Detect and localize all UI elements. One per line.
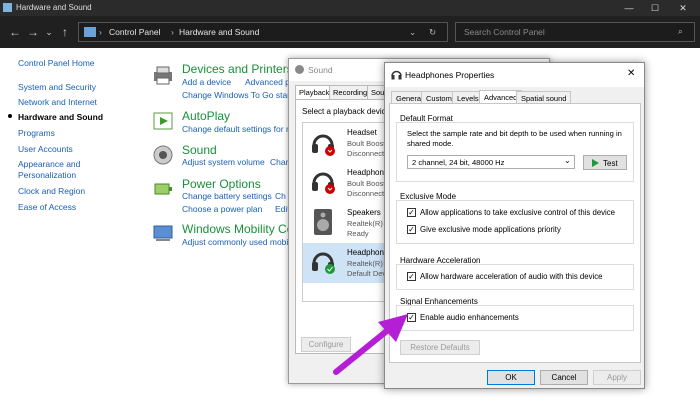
category-devices-printers[interactable]: Devices and Printers [182, 62, 293, 76]
sound-icon [295, 65, 304, 74]
headphones-icon [309, 167, 337, 194]
device-name: Headset [347, 128, 377, 137]
headphones-default-icon [309, 247, 337, 274]
search-icon: ⌕ [678, 26, 683, 36]
speaker-icon [152, 144, 174, 166]
forward-button[interactable]: → [26, 24, 40, 40]
close-icon[interactable]: ✕ [627, 68, 635, 79]
link-mobility-settings[interactable]: Adjust commonly used mobil [182, 237, 290, 247]
hw-accel-checkbox[interactable]: ✓ [407, 272, 416, 281]
default-format-group: Select the sample rate and bit depth to … [396, 122, 634, 182]
chevron-down-icon: ⌄ [564, 156, 571, 165]
props-dialog-title: Headphones Properties [405, 70, 495, 80]
exclusive-control-label: Allow applications to take exclusive con… [420, 208, 616, 217]
headphones-properties-dialog: Headphones Properties ✕ General Custom L… [384, 62, 645, 389]
exclusive-mode-group: ✓ Allow applications to take exclusive c… [396, 200, 634, 244]
hw-accel-option-label: Allow hardware acceleration of audio wit… [420, 272, 603, 281]
breadcrumb-control-panel[interactable]: Control Panel [109, 27, 161, 37]
link-advanced-printer[interactable]: Advanced p [245, 77, 290, 87]
mobility-icon [152, 222, 174, 244]
power-icon [152, 178, 174, 200]
link-power-plan[interactable]: Choose a power plan [182, 204, 262, 214]
device-status: Ready [347, 229, 369, 238]
autoplay-icon [152, 110, 174, 132]
props-titlebar: Headphones Properties ✕ [385, 63, 644, 87]
link-change-default-settings[interactable]: Change default settings for m [182, 124, 293, 134]
link-adjust-volume[interactable]: Adjust system volume [182, 157, 265, 167]
playback-instruction: Select a playback device b [302, 107, 397, 116]
active-indicator [8, 114, 12, 118]
link-battery-settings[interactable]: Change battery settings [182, 191, 272, 201]
back-button[interactable]: ← [8, 24, 22, 40]
sidebar-item-ease-access[interactable]: Ease of Access [18, 202, 76, 212]
headphones-title-icon [391, 69, 402, 80]
sidebar-item-hardware-sound[interactable]: Hardware and Sound [18, 112, 103, 122]
test-button[interactable]: Test [583, 155, 627, 170]
recent-dropdown[interactable]: ⌄ [42, 24, 56, 40]
sidebar-item-programs[interactable]: Programs [18, 128, 55, 138]
headset-icon [309, 129, 337, 156]
window-title: Hardware and Sound [16, 3, 92, 12]
ok-button[interactable]: OK [487, 370, 535, 385]
play-icon [592, 159, 599, 167]
sidebar-item-appearance[interactable]: Appearance and Personalization [18, 159, 108, 181]
speakers-icon [309, 207, 337, 235]
sound-dialog-title: Sound [308, 65, 333, 75]
category-autoplay[interactable]: AutoPlay [182, 109, 230, 123]
sidebar-item-user-accounts[interactable]: User Accounts [18, 144, 73, 154]
cancel-button[interactable]: Cancel [540, 370, 588, 385]
category-windows-mobility[interactable]: Windows Mobility Ce [182, 222, 293, 236]
sidebar-item-network[interactable]: Network and Internet [18, 97, 97, 107]
test-label: Test [603, 159, 618, 168]
enable-enhancements-label: Enable audio enhancements [420, 313, 519, 322]
default-format-desc: Select the sample rate and bit depth to … [407, 129, 622, 148]
sidebar-item-home[interactable]: Control Panel Home [18, 58, 95, 68]
sidebar-item-clock-region[interactable]: Clock and Region [18, 186, 85, 196]
link-add-device[interactable]: Add a device [182, 77, 231, 87]
maximize-button[interactable]: ☐ [642, 1, 668, 15]
control-panel-icon [84, 27, 96, 37]
printer-icon [152, 64, 174, 86]
advanced-panel: Default Format Select the sample rate an… [389, 103, 641, 363]
refresh-icon[interactable]: ↻ [429, 27, 436, 38]
format-select[interactable]: 2 channel, 24 bit, 48000 Hz ⌄ [407, 155, 575, 169]
link-windows-to-go[interactable]: Change Windows To Go start [182, 90, 292, 100]
exclusive-priority-label: Give exclusive mode applications priorit… [420, 225, 561, 234]
sidebar-item-system-security[interactable]: System and Security [18, 82, 96, 92]
search-input[interactable]: Search Control Panel ⌕ [455, 22, 695, 42]
category-power-options[interactable]: Power Options [182, 177, 261, 191]
signal-enhancements-group: ✓ Enable audio enhancements [396, 305, 634, 331]
search-placeholder: Search Control Panel [464, 27, 545, 37]
up-button[interactable]: ↑ [58, 24, 72, 40]
link-power-buttons[interactable]: Ch [275, 191, 286, 201]
title-bar: Hardware and Sound — ☐ ✕ [0, 0, 700, 16]
minimize-button[interactable]: — [616, 1, 642, 15]
format-selected: 2 channel, 24 bit, 48000 Hz [412, 158, 505, 167]
hw-accel-group: ✓ Allow hardware acceleration of audio w… [396, 264, 634, 290]
device-name: Speakers [347, 208, 381, 217]
window-icon [3, 3, 12, 12]
address-field[interactable]: › Control Panel › Hardware and Sound ⌄ ↻ [78, 22, 448, 42]
exclusive-priority-checkbox[interactable]: ✓ [407, 225, 416, 234]
apply-button[interactable]: Apply [593, 370, 641, 385]
address-bar-area: ← → ⌄ ↑ › Control Panel › Hardware and S… [0, 16, 700, 48]
category-sound[interactable]: Sound [182, 143, 217, 157]
tab-recording[interactable]: Recording [329, 85, 372, 99]
close-button[interactable]: ✕ [670, 1, 696, 15]
tab-playback[interactable]: Playback [295, 85, 334, 99]
address-dropdown-icon[interactable]: ⌄ [409, 27, 416, 38]
annotation-arrow-icon [333, 314, 408, 375]
breadcrumb-hardware-sound[interactable]: Hardware and Sound [179, 27, 259, 37]
exclusive-control-checkbox[interactable]: ✓ [407, 208, 416, 217]
